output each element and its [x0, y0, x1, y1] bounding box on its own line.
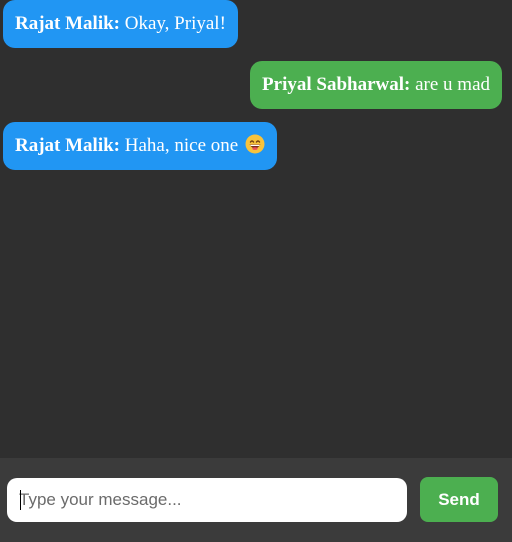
message-bubble: Priyal Sabharwal: are u mad: [250, 61, 502, 109]
message-bubble: Rajat Malik: Haha, nice one: [3, 122, 277, 170]
message-sender: Priyal Sabharwal:: [262, 74, 411, 95]
message-input[interactable]: [7, 478, 407, 522]
composer-bar: Send: [0, 458, 512, 542]
send-button[interactable]: Send: [420, 477, 498, 522]
text-caret: [20, 490, 21, 510]
message-bubble: Rajat Malik: Okay, Priyal!: [3, 0, 238, 48]
message-text: Okay, Priyal!: [124, 13, 226, 34]
message-text: are u mad: [415, 74, 490, 95]
message-text: Haha, nice one: [124, 135, 239, 156]
message-sender: Rajat Malik:: [15, 135, 121, 156]
grinning-face-icon: [245, 134, 265, 154]
message-sender: Rajat Malik:: [15, 13, 121, 34]
chat-window: Rajat Malik: Okay, Priyal! Priyal Sabhar…: [0, 0, 512, 458]
